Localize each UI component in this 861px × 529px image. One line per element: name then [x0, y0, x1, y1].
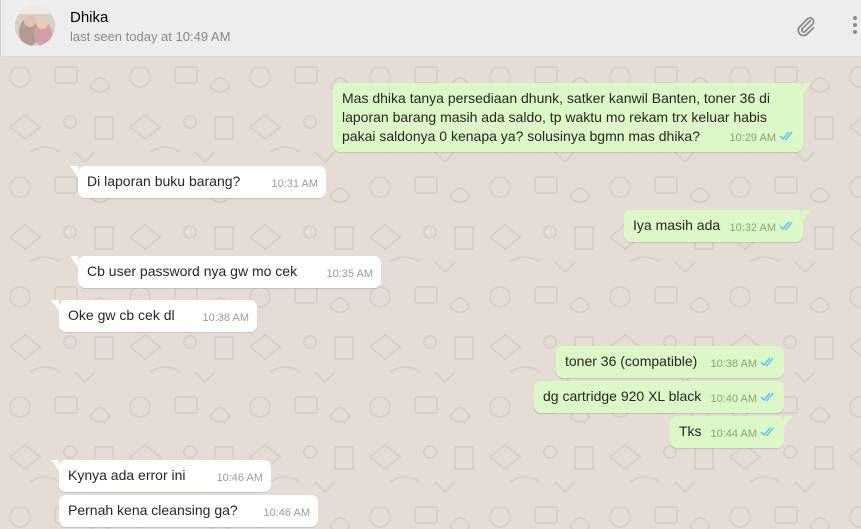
double-check-icon — [779, 129, 795, 148]
contact-avatar[interactable] — [15, 6, 55, 46]
message-bubble-outgoing[interactable]: toner 36 (compatible) 10:38 AM — [556, 346, 784, 378]
message-time: 10:46 AM — [263, 507, 310, 519]
double-check-icon — [760, 355, 776, 374]
double-check-icon — [779, 219, 795, 238]
message-bubble-incoming[interactable]: Pernah kena cleansing ga? 10:46 AM — [59, 495, 318, 527]
message-bubble-incoming[interactable]: Kynya ada error ini 10:46 AM — [51, 460, 271, 492]
message-text: Mas dhika tanya persediaan dhunk, satker… — [342, 90, 771, 106]
message-bubble-incoming[interactable]: Cb user password nya gw mo cek 10:35 AM — [70, 256, 381, 288]
chat-header: Dhika last seen today at 10:49 AM — [0, 0, 861, 57]
message-bubble-incoming[interactable]: Oke gw cb cek dl 10:38 AM — [51, 300, 257, 332]
double-check-icon — [760, 390, 776, 409]
paperclip-icon[interactable] — [794, 14, 818, 42]
double-check-icon — [760, 425, 776, 444]
message-bubble-incoming[interactable]: Di laporan buku barang? 10:31 AM — [70, 166, 326, 198]
message-time: 10:35 AM — [326, 268, 373, 280]
message-time: 10:32 AM — [729, 222, 776, 234]
message-bubble-outgoing[interactable]: Iya masih ada 10:32 AM — [624, 210, 811, 242]
contact-last-seen: last seen today at 10:49 AM — [70, 29, 231, 44]
message-time: 10:38 AM — [202, 312, 249, 324]
message-time: 10:40 AM — [710, 393, 757, 405]
message-time: 10:31 AM — [271, 178, 318, 190]
message-bubble-outgoing[interactable]: Tks 10:44 AM — [670, 416, 792, 448]
contact-name[interactable]: Dhika — [70, 9, 108, 26]
message-bubble-outgoing[interactable]: dg cartridge 920 XL black 10:40 AM — [534, 381, 784, 413]
message-bubble-outgoing[interactable]: Mas dhika tanya persediaan dhunk, satker… — [333, 83, 811, 152]
message-time: 10:38 AM — [710, 358, 757, 370]
message-time: 10:46 AM — [216, 472, 263, 484]
vertical-dots-icon[interactable] — [845, 14, 859, 42]
message-time: 10:29 AM — [729, 132, 776, 144]
message-text: pakai saldonya 0 kenapa ya? solusinya bg… — [342, 128, 701, 144]
message-list[interactable]: Mas dhika tanya persediaan dhunk, satker… — [0, 57, 861, 529]
message-time: 10:44 AM — [710, 428, 757, 440]
message-text: laporan barang masih ada saldo, tp waktu… — [342, 109, 767, 125]
